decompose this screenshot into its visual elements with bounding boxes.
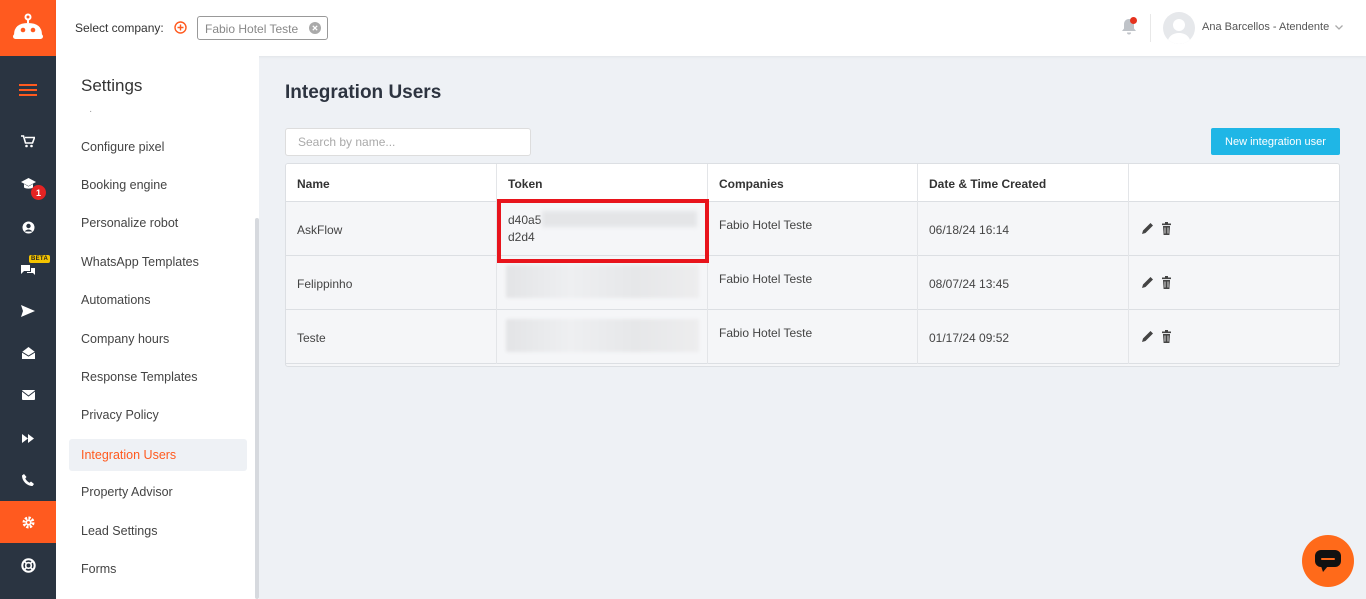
scroll-hint: · — [89, 106, 93, 117]
select-company-label: Select company: — [75, 21, 164, 35]
edit-pencil-icon[interactable] — [1141, 222, 1154, 235]
cell-companies: Fabio Hotel Teste — [708, 256, 918, 310]
table-row: Felippinho Fabio Hotel Teste 08/07/24 13… — [286, 256, 1339, 310]
selected-company-label: Fabio Hotel Teste — [205, 22, 299, 36]
settings-item-forms[interactable]: Forms — [69, 553, 247, 585]
cell-actions — [1129, 202, 1339, 256]
cell-name: AskFlow — [286, 202, 497, 256]
delete-trash-icon[interactable] — [1160, 276, 1173, 289]
cell-companies: Fabio Hotel Teste — [708, 202, 918, 256]
add-circle-icon[interactable] — [174, 21, 187, 34]
divider — [1150, 14, 1151, 42]
avatar[interactable] — [1163, 12, 1195, 44]
selected-company-chip[interactable]: Fabio Hotel Teste — [197, 16, 328, 40]
chevron-down-icon[interactable] — [1334, 22, 1344, 32]
new-integration-user-button[interactable]: New integration user — [1211, 128, 1340, 155]
settings-item-property-advisor[interactable]: Property Advisor — [69, 476, 247, 508]
settings-item-booking-engine[interactable]: Booking engine — [69, 169, 247, 201]
cell-created: 06/18/24 16:14 — [918, 202, 1129, 256]
settings-title: Settings — [81, 76, 143, 95]
notification-badge: 1 — [31, 185, 46, 200]
token-redaction — [506, 265, 699, 298]
chat-icon[interactable]: BETA — [0, 249, 56, 291]
column-header-companies: Companies — [708, 164, 918, 202]
settings-item-integration-users[interactable]: Integration Users — [69, 439, 247, 471]
top-bar: Select company: Fabio Hotel Teste Ana Ba… — [56, 0, 1366, 56]
edit-pencil-icon[interactable] — [1141, 276, 1154, 289]
token-redaction — [506, 319, 699, 352]
cell-name: Teste — [286, 310, 497, 364]
integration-users-table: Name Token Companies Date & Time Created… — [285, 163, 1340, 367]
settings-item-whatsapp-templates[interactable]: WhatsApp Templates — [69, 246, 247, 278]
table-row: Teste Fabio Hotel Teste 01/17/24 09:52 — [286, 310, 1339, 364]
phone-icon[interactable] — [0, 459, 56, 501]
cell-companies: Fabio Hotel Teste — [708, 310, 918, 364]
mail-open-icon[interactable] — [0, 332, 56, 374]
page-title: Integration Users — [285, 82, 442, 103]
table-header: Name Token Companies Date & Time Created — [286, 164, 1339, 202]
robot-logo-icon[interactable] — [0, 0, 56, 56]
send-icon[interactable] — [0, 290, 56, 332]
token-highlight-box — [497, 199, 709, 263]
settings-item-company-hours[interactable]: Company hours — [69, 323, 247, 355]
cart-icon[interactable] — [0, 120, 56, 162]
left-rail: 1 BETA — [0, 0, 56, 599]
cell-actions — [1129, 310, 1339, 364]
cell-name: Felippinho — [286, 256, 497, 310]
chat-widget-button[interactable] — [1302, 535, 1354, 587]
settings-item-automations[interactable]: Automations — [69, 284, 247, 316]
settings-panel: Settings · Configure pixel Booking engin… — [56, 56, 259, 599]
settings-item-configure-pixel[interactable]: Configure pixel — [69, 131, 247, 163]
settings-item-response-templates[interactable]: Response Templates — [69, 361, 247, 393]
notification-dot — [1130, 17, 1137, 24]
menu-icon[interactable] — [0, 69, 56, 111]
column-header-actions — [1129, 164, 1339, 202]
lifebuoy-icon[interactable] — [0, 544, 56, 586]
envelope-icon[interactable] — [0, 374, 56, 416]
cell-token — [497, 310, 708, 364]
delete-trash-icon[interactable] — [1160, 222, 1173, 235]
chat-bubble-icon — [1315, 550, 1341, 572]
settings-item-lead-settings[interactable]: Lead Settings — [69, 515, 247, 547]
cell-actions — [1129, 256, 1339, 310]
cell-created: 08/07/24 13:45 — [918, 256, 1129, 310]
table-row: AskFlow d40a5 d2d4 Fabio Hotel Teste 06/… — [286, 202, 1339, 256]
graduation-cap-icon[interactable]: 1 — [0, 163, 56, 205]
settings-scrollbar[interactable] — [255, 218, 259, 599]
beta-badge: BETA — [29, 255, 51, 263]
column-header-created: Date & Time Created — [918, 164, 1129, 202]
delete-trash-icon[interactable] — [1160, 330, 1173, 343]
remove-company-icon[interactable] — [309, 22, 321, 34]
cell-created: 01/17/24 09:52 — [918, 310, 1129, 364]
settings-item-privacy-policy[interactable]: Privacy Policy — [69, 399, 247, 431]
settings-item-personalize-robot[interactable]: Personalize robot — [69, 207, 247, 239]
user-name[interactable]: Ana Barcellos - Atendente — [1202, 21, 1329, 33]
user-circle-icon[interactable] — [0, 206, 56, 248]
column-header-name: Name — [286, 164, 497, 202]
search-input[interactable] — [285, 128, 531, 156]
cell-token — [497, 256, 708, 310]
column-header-token: Token — [497, 164, 708, 202]
gear-icon[interactable] — [0, 501, 56, 543]
fast-forward-icon[interactable] — [0, 417, 56, 459]
edit-pencil-icon[interactable] — [1141, 330, 1154, 343]
